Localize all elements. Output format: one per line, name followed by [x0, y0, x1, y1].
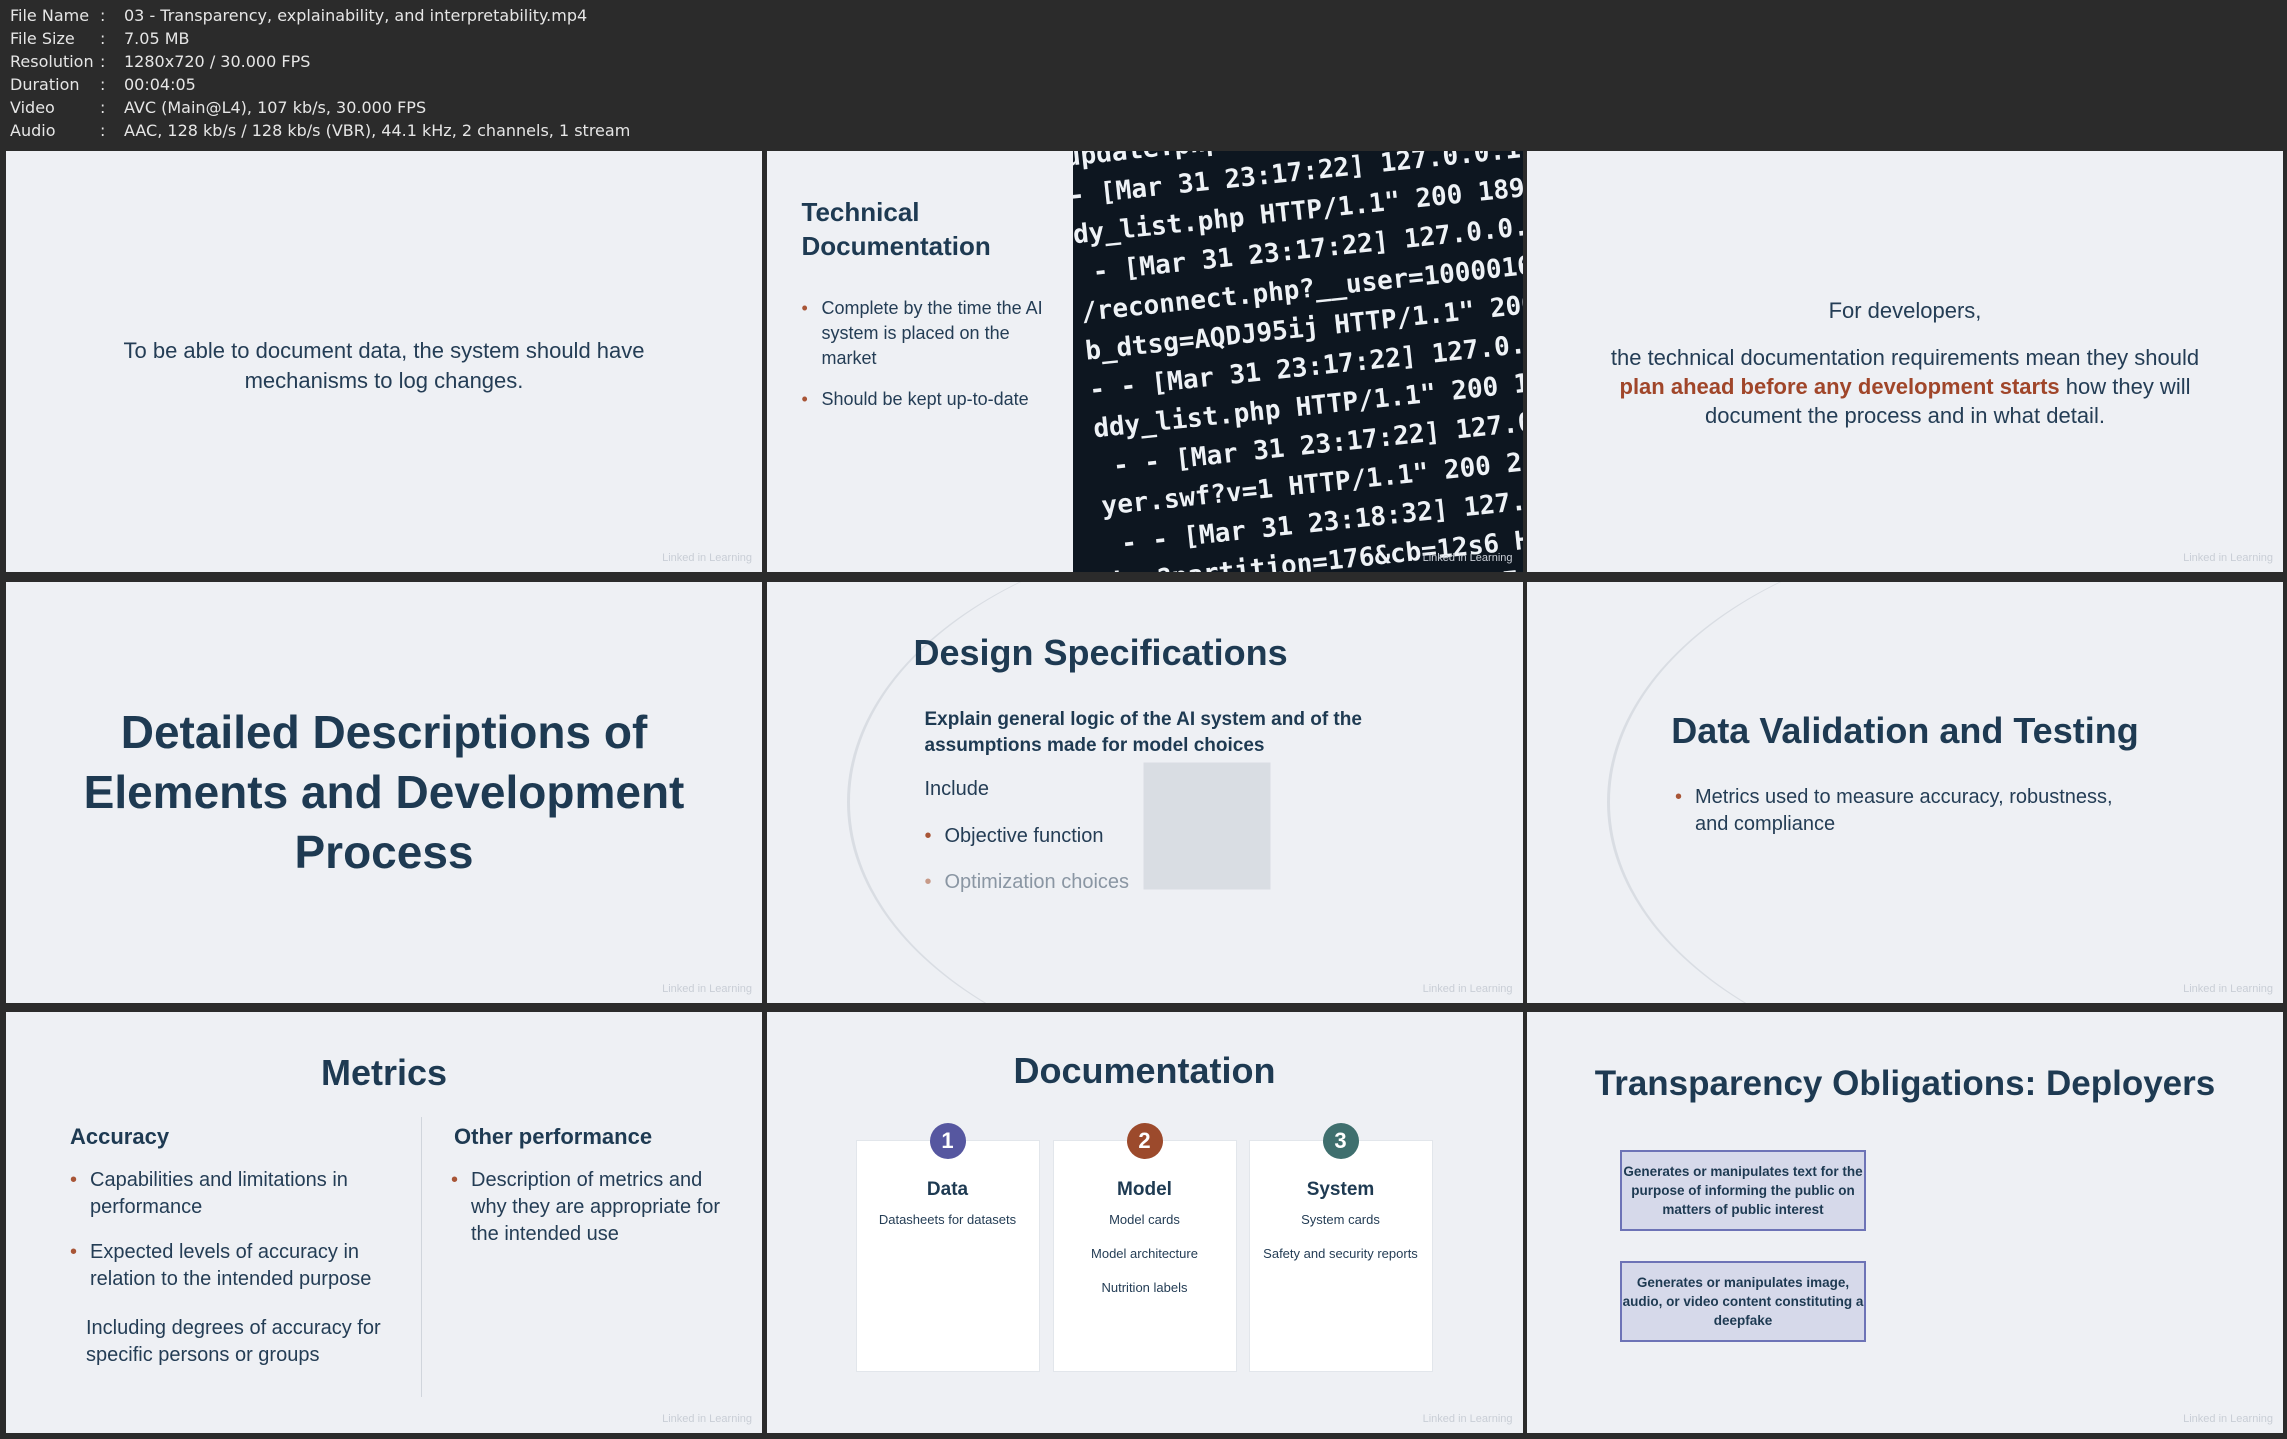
- bullet-item: Optimization choices: [925, 868, 1130, 896]
- card-item: Model cards: [1109, 1212, 1180, 1227]
- slide-thumbnail-1[interactable]: To be able to document data, the system …: [6, 151, 762, 572]
- slide-text: For developers, the technical documentat…: [1587, 296, 2223, 430]
- brand-watermark: Linked in Learning: [1422, 552, 1513, 564]
- slide-title: Detailed Descriptions of Elements and De…: [83, 705, 685, 878]
- slide-thumbnail-6[interactable]: Data Validation and Testing Metrics used…: [1527, 581, 2283, 1003]
- file-info-row: File Name:03 - Transparency, explainabil…: [10, 6, 588, 25]
- bullet-item: Complete by the time the AI system is pl…: [802, 296, 1052, 371]
- bullet-item: Metrics used to measure accuracy, robust…: [1675, 784, 2135, 838]
- step-number-badge: 3: [1322, 1123, 1359, 1159]
- code-log-image: update.php HTTP/1.1" 200 5 - [Mar 31 23:…: [1072, 151, 1523, 572]
- bullet-list: Complete by the time the AI system is pl…: [802, 296, 1052, 428]
- bullet-item: Description of metrics and why they are …: [451, 1167, 731, 1248]
- doc-card-model: 2 Model Model cards Model architecture N…: [1052, 1123, 1237, 1372]
- slide-text: Include: [924, 777, 990, 800]
- card-title: System: [1306, 1179, 1375, 1200]
- slide-thumbnail-7[interactable]: Metrics Accuracy Capabilities and limita…: [6, 1012, 762, 1433]
- doc-card-data: 1 Data Datasheets for datasets: [855, 1123, 1040, 1372]
- file-info-row: Duration:00:04:05: [10, 75, 196, 94]
- card-item: Safety and security reports: [1263, 1246, 1418, 1261]
- slide-text-highlight: plan ahead before any development starts: [1619, 374, 2060, 399]
- file-info-row: Video: AVC (Main@L4), 107 kb/s, 30.000 FP…: [10, 98, 427, 117]
- slide-title: Metrics: [320, 1052, 448, 1093]
- slide-thumbnail-3[interactable]: For developers, the technical documentat…: [1527, 151, 2283, 572]
- slide-subtitle: Explain general logic of the AI system a…: [924, 708, 1362, 756]
- code-log-text: update.php HTTP/1.1" 200 5 - [Mar 31 23:…: [1072, 151, 1523, 572]
- step-number-badge: 1: [929, 1123, 966, 1159]
- brand-watermark: Linked in Learning: [2183, 1413, 2273, 1425]
- slide-thumbnail-5[interactable]: Design Specifications Explain general lo…: [766, 581, 1523, 1003]
- file-info-panel: File Name:03 - Transparency, explainabil…: [10, 4, 630, 142]
- thumbnail-grid: To be able to document data, the system …: [6, 151, 2283, 1434]
- card-item: Model architecture: [1091, 1246, 1198, 1261]
- brand-watermark: Linked in Learning: [662, 982, 752, 995]
- file-info-row: Audio: AAC, 128 kb/s / 128 kb/s (VBR), 44…: [10, 121, 631, 140]
- bullet-item: Objective function: [925, 822, 1130, 850]
- slide-text-pre: the technical documentation requirements…: [1610, 345, 2200, 370]
- slide-thumbnail-2[interactable]: Technical Documentation Complete by the …: [766, 151, 1523, 572]
- file-info-row: Resolution:1280x720 / 30.000 FPS: [10, 52, 311, 71]
- slide-title: Documentation: [1013, 1050, 1276, 1091]
- file-info-value: AVC (Main@L4), 107 kb/s, 30.000 FPS: [124, 98, 427, 117]
- bullet-list: Capabilities and limitations in performa…: [70, 1167, 390, 1311]
- card-item: Datasheets for datasets: [878, 1212, 1017, 1227]
- bullet-list: Objective function Optimization choices: [925, 822, 1130, 914]
- file-info-key: Resolution: [10, 52, 94, 71]
- card-item: System cards: [1301, 1212, 1380, 1227]
- file-info-key: File Size: [10, 29, 75, 48]
- column-divider: [421, 1117, 422, 1397]
- file-info-value: 1280x720 / 30.000 FPS: [124, 52, 311, 71]
- slide-thumbnail-8[interactable]: Documentation 1 Data Datasheets for data…: [766, 1012, 1523, 1433]
- file-info-key: Video: [10, 98, 55, 117]
- bullet-item: Capabilities and limitations in performa…: [70, 1167, 390, 1221]
- card-title: Data: [926, 1179, 969, 1200]
- brand-watermark: Linked in Learning: [2183, 982, 2273, 995]
- card-title: Model: [1117, 1179, 1172, 1200]
- file-info-key: File Name: [10, 6, 90, 25]
- column-heading: Other performance: [454, 1124, 653, 1149]
- brand-watermark: Linked in Learning: [2183, 552, 2273, 564]
- slide-thumbnail-4[interactable]: Detailed Descriptions of Elements and De…: [6, 581, 762, 1003]
- bullet-item: Expected levels of accuracy in relation …: [70, 1239, 390, 1293]
- file-info-value: AAC, 128 kb/s / 128 kb/s (VBR), 44.1 kHz…: [124, 121, 631, 140]
- slide-thumbnail-9[interactable]: Transparency Obligations: Deployers Gene…: [1527, 1012, 2283, 1433]
- slide-title: Data Validation and Testing: [1671, 709, 2139, 751]
- file-info-row: File Size:7.05 MB: [10, 29, 190, 48]
- obligation-box: Generates or manipulates text for the pu…: [1620, 1150, 1866, 1231]
- column-heading: Accuracy: [70, 1124, 170, 1149]
- slide-title: Technical Documentation: [801, 197, 991, 261]
- slide-text: To be able to document data, the system …: [123, 338, 645, 393]
- brand-watermark: Linked in Learning: [1422, 1413, 1513, 1425]
- slide-title: Design Specifications: [913, 631, 1288, 673]
- brand-watermark: Linked in Learning: [1422, 982, 1513, 995]
- slide-title: Transparency Obligations: Deployers: [1594, 1064, 2216, 1103]
- bullet-item: Should be kept up-to-date: [802, 387, 1052, 412]
- bullet-list: Metrics used to measure accuracy, robust…: [1675, 784, 2135, 838]
- sub-bullet-text: Including degrees of accuracy for specif…: [86, 1317, 381, 1366]
- file-info-key: Audio: [10, 121, 56, 140]
- file-info-value: 7.05 MB: [124, 29, 190, 48]
- file-info-key: Duration: [10, 75, 80, 94]
- brand-watermark: Linked in Learning: [662, 1413, 752, 1425]
- file-info-value: 03 - Transparency, explainability, and i…: [124, 6, 588, 25]
- doc-card-system: 3 System System cards Safety and securit…: [1248, 1123, 1433, 1372]
- brand-watermark: Linked in Learning: [662, 552, 752, 564]
- file-info-value: 00:04:05: [124, 75, 196, 94]
- card-item: Nutrition labels: [1101, 1280, 1188, 1295]
- obligation-box: Generates or manipulates image, audio, o…: [1620, 1261, 1866, 1342]
- slide-text-line: For developers,: [1828, 298, 1982, 323]
- bullet-list: Description of metrics and why they are …: [451, 1167, 731, 1248]
- step-number-badge: 2: [1126, 1123, 1163, 1159]
